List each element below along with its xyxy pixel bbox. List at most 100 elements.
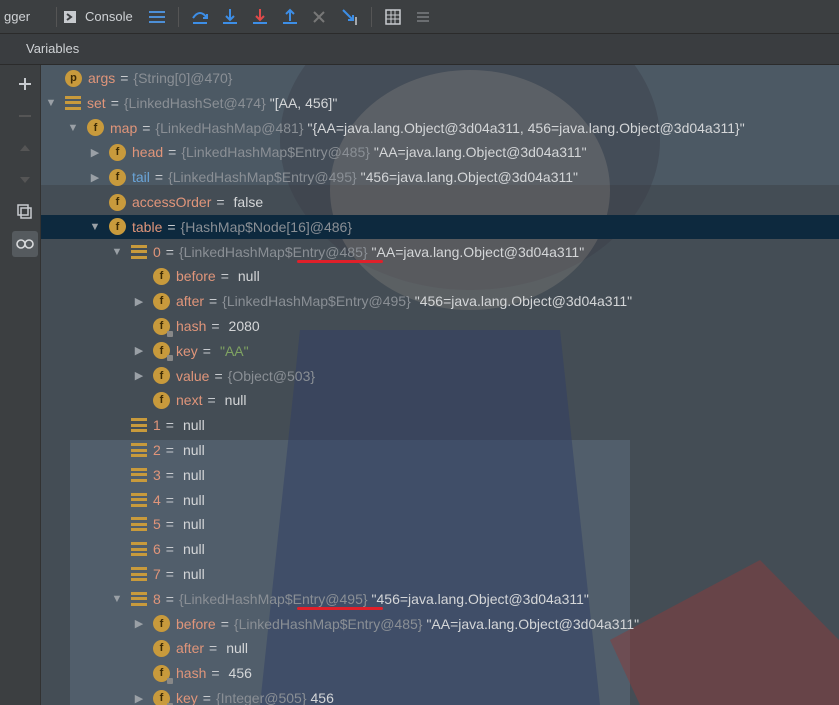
variable-name: 8: [153, 590, 161, 607]
equals-sign: =: [216, 194, 225, 210]
tree-row[interactable]: ▼ 8 = {LinkedHashMap$Entry@495} "456=java.la…: [41, 587, 839, 611]
trace-icon[interactable]: [411, 5, 435, 29]
tree-row[interactable]: f accessOrder = false: [41, 190, 839, 214]
step-out-icon[interactable]: [278, 5, 302, 29]
equals-sign: =: [165, 590, 174, 607]
variable-type: {String[0]@470}: [133, 70, 233, 86]
debugger-toolbar: gger Console: [0, 0, 839, 34]
variable-name: 1: [153, 417, 161, 434]
tree-row[interactable]: ▶ f key = {Integer@505} 456: [41, 686, 839, 705]
frames-icon[interactable]: [145, 5, 169, 29]
tree-row[interactable]: ▶ f tail = {LinkedHashMap$Entry@495} "456=jav…: [41, 165, 839, 189]
variable-name: accessOrder: [132, 194, 212, 210]
tree-row[interactable]: 4 = null: [41, 488, 839, 512]
tree-row[interactable]: f hash = 2080: [41, 314, 839, 338]
remove-watch-icon[interactable]: [12, 103, 38, 129]
collapsed-arrow-icon[interactable]: ▶: [89, 146, 101, 159]
field-icon: f: [153, 664, 173, 684]
tree-row[interactable]: ▼ 0 = {LinkedHashMap$Entry@485} "AA=java.lan…: [41, 240, 839, 264]
tree-row[interactable]: ▶ f after = {LinkedHashMap$Entry@495} "456=ja…: [41, 289, 839, 313]
array-element-icon: [131, 467, 147, 482]
variable-value: "456=java.lang.Object@3d04a311": [371, 590, 589, 607]
variable-name: set: [87, 94, 106, 111]
expanded-arrow-icon[interactable]: ▼: [89, 221, 101, 233]
field-icon: f: [153, 639, 170, 657]
variable-name: head: [132, 144, 164, 161]
step-over-icon[interactable]: [188, 5, 212, 29]
variable-name: 3: [153, 466, 161, 483]
run-to-cursor-icon[interactable]: [338, 5, 362, 29]
collapsed-arrow-icon[interactable]: ▶: [133, 295, 145, 308]
variable-type: {LinkedHashMap$Entry@495}: [168, 169, 357, 186]
tree-row[interactable]: ▶ f value = {Object@503}: [41, 364, 839, 388]
field-icon: f: [153, 292, 170, 310]
tree-row[interactable]: f next = null: [41, 388, 839, 412]
tree-row[interactable]: 1 = null: [41, 413, 839, 437]
collapsed-arrow-icon[interactable]: ▶: [133, 617, 145, 630]
collapsed-arrow-icon[interactable]: ▶: [133, 344, 145, 357]
tree-row[interactable]: ▼ set = {LinkedHashSet@474} "[AA, 456]": [41, 91, 839, 115]
tree-row[interactable]: ▼ f map = {LinkedHashMap@481} "{AA=java.lang.…: [41, 116, 839, 140]
show-watches-icon[interactable]: [12, 231, 38, 257]
tree-row[interactable]: p args = {String[0]@470}: [41, 66, 839, 90]
variable-name: key: [176, 342, 198, 359]
tree-row[interactable]: ▶ f before = {LinkedHashMap$Entry@485} "AA=ja…: [41, 612, 839, 636]
equals-sign: =: [209, 293, 218, 310]
tree-row[interactable]: f after = null: [41, 636, 839, 660]
variable-type: {LinkedHashSet@474}: [123, 94, 266, 111]
tree-row[interactable]: f hash = 456: [41, 661, 839, 685]
tree-row[interactable]: ▶ f key = "AA": [41, 339, 839, 363]
tab-debugger[interactable]: gger: [0, 0, 30, 33]
variable-name: 7: [153, 566, 161, 582]
tree-row[interactable]: 5 = null: [41, 512, 839, 536]
variable-value: "AA=java.lang.Object@3d04a311": [373, 144, 587, 161]
collapsed-arrow-icon[interactable]: ▶: [133, 369, 145, 382]
expanded-arrow-icon[interactable]: ▼: [67, 122, 79, 134]
variables-header: Variables: [0, 34, 839, 65]
equals-sign: =: [165, 243, 174, 260]
equals-sign: =: [165, 442, 174, 458]
expanded-arrow-icon[interactable]: ▼: [45, 97, 57, 109]
expanded-arrow-icon[interactable]: ▼: [111, 246, 123, 258]
equals-sign: =: [110, 94, 119, 111]
add-watch-icon[interactable]: [12, 71, 38, 97]
final-lock-icon: [167, 677, 173, 684]
expanded-arrow-icon[interactable]: ▼: [111, 593, 123, 605]
equals-sign: =: [165, 566, 174, 582]
variable-value: null: [182, 566, 205, 582]
variable-name: 5: [153, 516, 161, 533]
equals-sign: =: [214, 367, 223, 384]
drop-frame-icon[interactable]: [308, 5, 332, 29]
variable-type: {LinkedHashMap$Entry@485}: [233, 615, 423, 632]
collapsed-arrow-icon[interactable]: ▶: [89, 171, 101, 184]
equals-sign: =: [220, 268, 229, 285]
tab-console[interactable]: Console: [63, 0, 133, 33]
equals-sign: =: [142, 119, 151, 136]
tree-row[interactable]: ▼ f table = {HashMap$Node[16]@486}: [41, 214, 839, 239]
move-down-icon[interactable]: [12, 167, 38, 193]
variable-name: table: [132, 218, 163, 235]
equals-sign: =: [165, 417, 174, 434]
field-icon: f: [153, 689, 173, 705]
toolbar-divider: [370, 6, 372, 27]
evaluate-expression-icon[interactable]: [381, 5, 405, 29]
copy-icon[interactable]: [12, 199, 38, 225]
variable-type: {LinkedHashMap$Entry@485}: [181, 144, 370, 161]
tree-row[interactable]: ▶ f head = {LinkedHashMap$Entry@485} "AA=java…: [41, 140, 839, 164]
variable-value: null: [224, 392, 247, 409]
step-into-icon[interactable]: [218, 5, 242, 29]
variable-value: null: [237, 268, 260, 285]
field-icon: f: [153, 317, 173, 337]
tree-row[interactable]: 7 = null: [41, 562, 839, 586]
tree-row[interactable]: 6 = null: [41, 537, 839, 561]
collapsed-arrow-icon[interactable]: ▶: [133, 692, 145, 705]
variable-value: null: [182, 491, 205, 508]
variables-title: Variables: [26, 41, 80, 56]
tree-row[interactable]: f before = null: [41, 264, 839, 288]
tree-row[interactable]: 3 = null: [41, 463, 839, 487]
equals-sign: =: [211, 665, 220, 682]
force-step-into-icon[interactable]: [248, 5, 272, 29]
move-up-icon[interactable]: [12, 135, 38, 161]
tree-row[interactable]: 2 = null: [41, 438, 839, 462]
field-icon: f: [109, 193, 126, 211]
